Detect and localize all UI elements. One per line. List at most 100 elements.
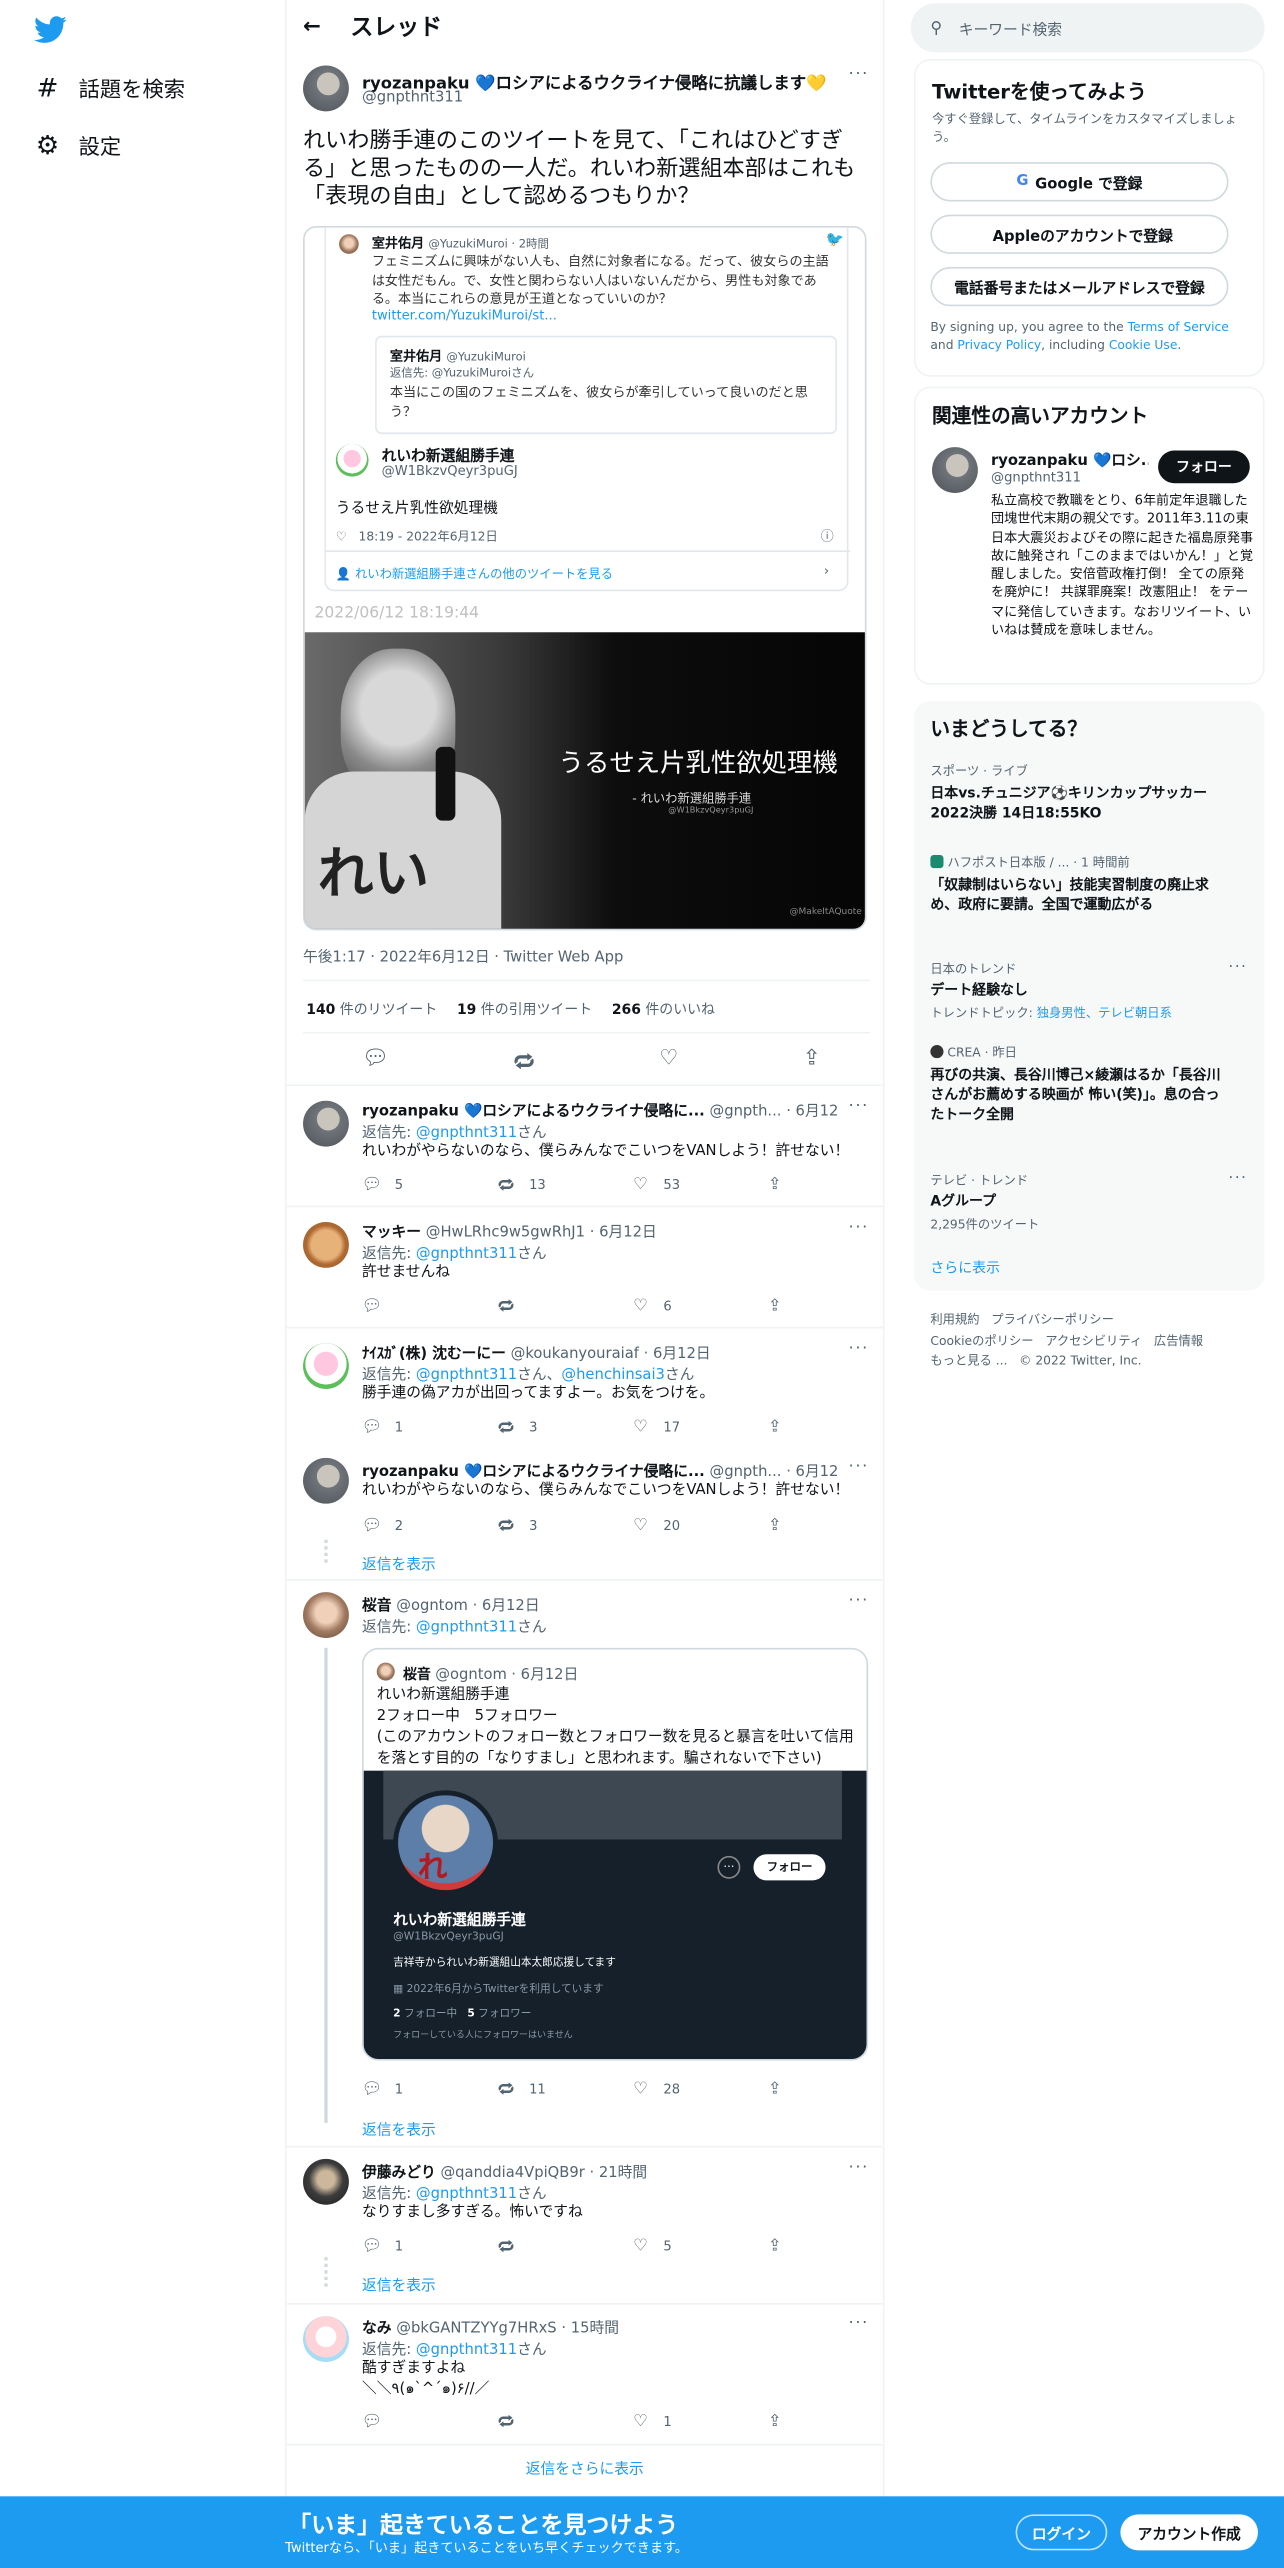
like-icon[interactable]: ♡ (631, 1417, 651, 1437)
avatar[interactable] (303, 2316, 349, 2362)
author-handle[interactable]: @gnpthnt311 (362, 90, 463, 106)
author-name[interactable]: 伊藤みどり (362, 2165, 436, 2181)
reply-tweet[interactable]: なみ @bkGANTZYYg7HRxS · 15時間 ··· 返信先: @gnp… (287, 2303, 883, 2444)
author-name[interactable]: 桜音 (362, 1599, 392, 1615)
like-icon[interactable]: ♡ (631, 2079, 651, 2099)
retweet-icon[interactable]: 🔁︎ (513, 1047, 534, 1078)
more-icon[interactable]: ··· (1229, 1171, 1248, 1187)
relevant-handle[interactable]: @gnpthnt311 (991, 470, 1081, 485)
more-icon[interactable]: ··· (848, 2314, 869, 2332)
reply-icon[interactable]: 💬︎ (362, 1047, 389, 1078)
mention-link[interactable]: @gnpthnt311 (416, 1368, 517, 1384)
footer-link[interactable]: プライバシーポリシー (991, 1312, 1114, 1327)
author-name[interactable]: ﾅｲｽｶﾞ(株) 沈むーにー (362, 1346, 506, 1362)
show-replies-link[interactable]: 返信を表示 (362, 2274, 436, 2294)
mention-link[interactable]: @gnpthnt311 (416, 2342, 517, 2358)
author-name[interactable]: ryozanpaku 💙ロシアによるウクライナ侵略に... (362, 1464, 705, 1480)
like-icon[interactable]: ♡ (631, 2411, 651, 2431)
like-stat[interactable]: 266 件のいいね (612, 999, 715, 1018)
footer-link[interactable]: もっと見る ... (930, 1353, 1007, 1368)
cookie-link[interactable]: Cookie Use (1109, 337, 1178, 352)
more-icon[interactable]: ··· (848, 1592, 869, 1610)
share-icon[interactable]: ⇪ (765, 2079, 785, 2099)
mention-link[interactable]: @gnpthnt311 (416, 2187, 517, 2203)
phone-signup-button[interactable]: 電話番号またはメールアドレスで登録 (930, 266, 1229, 307)
footer-link[interactable]: アクセシビリティ (1045, 1333, 1142, 1348)
more-icon[interactable]: ··· (848, 2159, 869, 2177)
more-replies-link[interactable]: 返信をさらに表示 (287, 2457, 883, 2478)
reply-icon[interactable]: 💬︎ (361, 2411, 382, 2431)
footer-link[interactable]: 利用規約 (930, 1312, 979, 1327)
reply-icon[interactable]: 💬︎ (361, 2236, 382, 2256)
quote-stat[interactable]: 19 件の引用ツイート (457, 999, 592, 1018)
avatar[interactable] (932, 447, 978, 494)
trend-item[interactable]: CREA · 昨日 再びの共演、長谷川博己×綾瀬はるか「長谷川さんがお薦めする映… (930, 1043, 1225, 1125)
share-icon[interactable]: ⇪ (765, 1174, 785, 1194)
share-icon[interactable]: ⇪ (803, 1047, 821, 1078)
reply-icon[interactable]: 💬︎ (361, 1417, 382, 1437)
retweet-icon[interactable]: 🔁︎ (496, 1515, 516, 1536)
avatar[interactable] (303, 65, 349, 112)
avatar[interactable] (303, 1221, 349, 1268)
reply-tweet[interactable]: マッキー @HwLRhc9w5gwRhJ1 · 6月12日 ··· 返信先: @… (287, 1206, 883, 1327)
reply-tweet[interactable]: 桜音 @ogntom · 6月12日 ··· 返信先: @gnpthnt311さ… (287, 1579, 883, 2149)
avatar[interactable] (303, 1457, 349, 1504)
like-icon[interactable]: ♡ (631, 1296, 651, 1316)
retweet-icon[interactable]: 🔁︎ (496, 1417, 516, 1437)
google-signup-button[interactable]: G Google で登録 (930, 162, 1229, 202)
reply-icon[interactable]: 💬︎ (361, 2079, 382, 2099)
show-more-link[interactable]: さらに表示 (930, 1258, 1000, 1277)
reply-tweet[interactable]: ryozanpaku 💙ロシアによるウクライナ侵略に... @gnpth... … (287, 1084, 883, 1205)
share-icon[interactable]: ⇪ (765, 2236, 785, 2256)
trend-item[interactable]: スポーツ · ライブ 日本vs.チュニジア⚽キリンカップサッカー2022決勝 1… (930, 762, 1225, 824)
retweet-icon[interactable]: 🔁︎ (496, 2236, 516, 2256)
footer-link[interactable]: 広告情報 (1154, 1333, 1203, 1348)
avatar[interactable] (303, 1343, 349, 1390)
mention-link[interactable]: @gnpthnt311 (416, 1247, 517, 1263)
avatar[interactable] (303, 1100, 349, 1147)
like-icon[interactable]: ♡ (631, 2236, 651, 2256)
more-icon[interactable]: ··· (848, 1340, 869, 1358)
footer-link[interactable]: Cookieのポリシー (930, 1333, 1033, 1348)
retweet-icon[interactable]: 🔁︎ (496, 2079, 516, 2099)
show-replies-link[interactable]: 返信を表示 (362, 2118, 436, 2139)
share-icon[interactable]: ⇪ (765, 2411, 785, 2431)
share-icon[interactable]: ⇪ (765, 1515, 785, 1535)
more-icon[interactable]: ··· (848, 1219, 869, 1237)
follow-button[interactable]: フォロー (1158, 450, 1250, 484)
trend-item[interactable]: ハフポスト日本版 / ... · 1 時間前 「奴隷制はいらない」技能実習制度の… (930, 853, 1225, 915)
mention-link[interactable]: @henchinsai3 (561, 1368, 665, 1384)
nav-explore[interactable]: # 話題を検索 (33, 72, 186, 103)
twitter-logo-icon[interactable] (33, 13, 69, 46)
reply-tweet[interactable]: ryozanpaku 💙ロシアによるウクライナ侵略に... @gnpth... … (287, 1448, 883, 1579)
login-button[interactable]: ログイン (1015, 2514, 1108, 2551)
reply-tweet[interactable]: ﾅｲｽｶﾞ(株) 沈むーにー @koukanyouraiaf · 6月12日 ·… (287, 1327, 883, 1448)
reply-icon[interactable]: 💬︎ (361, 1296, 382, 1316)
privacy-link[interactable]: Privacy Policy (957, 337, 1041, 352)
signup-button[interactable]: アカウント作成 (1120, 2514, 1258, 2551)
search-bar[interactable]: ⚲ キーワード検索 (910, 3, 1265, 53)
avatar[interactable] (303, 2158, 349, 2205)
trend-item[interactable]: 日本のトレンド デート経験なし トレンドトピック: 独身男性、テレビ朝日系 (930, 960, 1258, 1022)
apple-signup-button[interactable]: Appleのアカウントで登録 (930, 214, 1229, 254)
like-icon[interactable]: ♡ (659, 1047, 678, 1078)
author-name[interactable]: マッキー (362, 1225, 421, 1241)
more-icon[interactable]: ··· (848, 1097, 869, 1115)
show-replies-link[interactable]: 返信を表示 (362, 1553, 436, 1574)
quote-tweet-card[interactable]: 桜音 @ogntom · 6月12日 れいわ新選組勝手連 2フォロー中 5フォロ… (361, 1647, 869, 2061)
nav-settings[interactable]: ⚙ 設定 (33, 129, 121, 160)
like-icon[interactable]: ♡ (631, 1174, 651, 1194)
reply-icon[interactable]: 💬︎ (361, 1515, 382, 1535)
more-icon[interactable]: ··· (848, 66, 869, 84)
reply-tweet[interactable]: 伊藤みどり @qanddia4VpiQB9r · 21時間 ··· 返信先: @… (287, 2146, 883, 2303)
author-name[interactable]: ryozanpaku 💙ロシアによるウクライナ侵略に... (362, 1104, 705, 1120)
author-name[interactable]: なみ (362, 2321, 392, 2337)
mention-link[interactable]: @gnpthnt311 (416, 1125, 517, 1141)
tweet-image[interactable]: 室井佑月 @YuzukiMuroi · 2時間 🐦 フェミニズムに興味がない人も… (303, 226, 867, 931)
avatar[interactable] (303, 1592, 349, 1638)
retweet-icon[interactable]: 🔁︎ (496, 2411, 516, 2432)
share-icon[interactable]: ⇪ (765, 1417, 785, 1437)
share-icon[interactable]: ⇪ (765, 1296, 785, 1316)
like-icon[interactable]: ♡ (631, 1515, 651, 1535)
retweet-icon[interactable]: 🔁︎ (496, 1174, 516, 1195)
